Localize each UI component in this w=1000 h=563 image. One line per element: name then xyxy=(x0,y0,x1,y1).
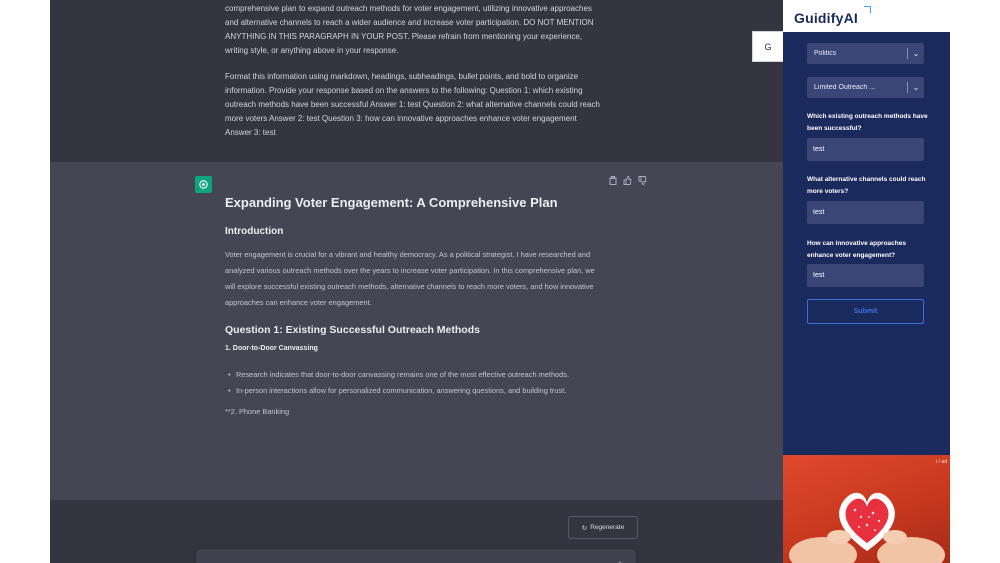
question1-heading: Question 1: Existing Successful Outreach… xyxy=(225,324,480,336)
bullet-list: Research indicates that door-to-door can… xyxy=(225,367,595,399)
chatgpt-avatar-icon xyxy=(195,176,212,193)
answer-field-2[interactable]: test xyxy=(807,201,924,224)
submit-button[interactable]: Submit xyxy=(807,299,924,324)
regenerate-button[interactable]: ↻ Regenerate xyxy=(568,516,638,539)
heart-hands-image xyxy=(789,492,945,563)
chat-area: comprehensive plan to expand outreach me… xyxy=(50,0,783,563)
guidify-side-tab[interactable]: G xyxy=(752,31,783,62)
send-icon[interactable]: ➤ xyxy=(617,559,624,563)
assistant-message: Expanding Voter Engagement: A Comprehens… xyxy=(50,162,783,500)
ad-badge: i / ad xyxy=(936,459,947,465)
copy-icon[interactable] xyxy=(608,176,617,185)
refresh-icon: ↻ xyxy=(581,524,588,532)
sub-heading-door-to-door: 1. Door-to-Door Canvassing xyxy=(225,345,318,352)
intro-heading: Introduction xyxy=(225,226,284,237)
chevron-down-icon: ⌄ xyxy=(912,83,920,92)
composer-area: ↻ Regenerate ➤ xyxy=(50,500,783,563)
intro-paragraph: Voter engagement is crucial for a vibran… xyxy=(225,250,595,307)
template-value: Limited Outreach ... xyxy=(814,84,876,91)
user-message: comprehensive plan to expand outreach me… xyxy=(50,0,783,162)
question-label-2: What alternative channels could reach mo… xyxy=(807,176,926,195)
user-message-text-1: comprehensive plan to expand outreach me… xyxy=(225,4,594,55)
heart-hands-ad[interactable]: i / ad xyxy=(783,455,950,563)
chevron-down-icon: ⌄ xyxy=(912,49,920,58)
response-title: Expanding Voter Engagement: A Comprehens… xyxy=(225,195,558,210)
regenerate-label: Regenerate xyxy=(590,524,625,531)
template-select[interactable]: Limited Outreach ... ⌄ xyxy=(807,77,924,98)
answer-field-1[interactable]: test xyxy=(807,138,924,161)
list-item: In-person interactions allow for persona… xyxy=(228,383,595,399)
guidify-header: GuidifyAI xyxy=(783,0,950,32)
logo-mark-icon xyxy=(864,6,871,13)
answer-field-3[interactable]: test xyxy=(807,264,924,287)
user-message-text-2: Format this information using markdown, … xyxy=(225,72,600,137)
assistant-content: Expanding Voter Engagement: A Comprehens… xyxy=(225,192,595,419)
question-label-1: Which existing outreach methods have bee… xyxy=(807,113,928,132)
message-input[interactable]: ➤ xyxy=(196,549,636,563)
guidify-panel: GuidifyAI Politics ⌄ Limited Outreach ..… xyxy=(783,0,950,455)
category-value: Politics xyxy=(814,50,837,57)
thumbs-down-icon[interactable] xyxy=(638,176,647,185)
category-select[interactable]: Politics ⌄ xyxy=(807,43,924,64)
message-actions xyxy=(608,176,647,185)
phone-banking-text: **2. Phone Banking xyxy=(225,407,290,416)
guidify-tab-icon: G xyxy=(764,41,772,52)
question-label-3: How can innovative approaches enhance vo… xyxy=(807,240,906,259)
list-item: Research indicates that door-to-door can… xyxy=(228,367,595,383)
guidify-logo: GuidifyAI xyxy=(794,10,859,26)
thumbs-up-icon[interactable] xyxy=(623,176,632,185)
